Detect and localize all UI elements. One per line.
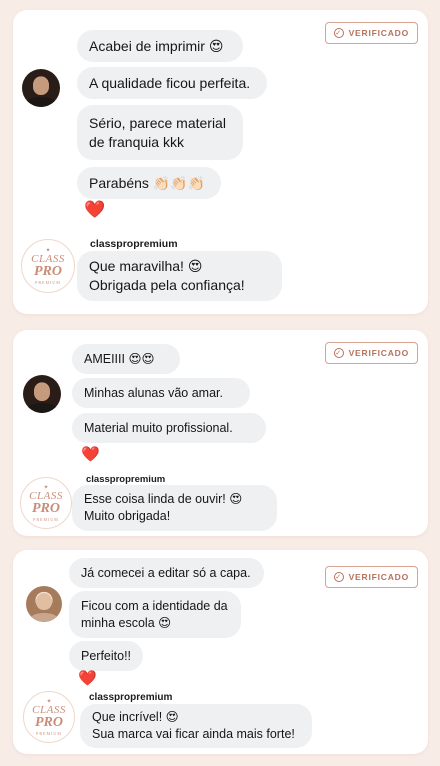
verified-badge-label: VERIFICADO	[348, 28, 409, 38]
reply-sender-name: classpropremium	[89, 692, 173, 703]
check-icon: ✓	[333, 28, 344, 38]
customer-avatar	[26, 586, 62, 622]
check-icon: ✓	[333, 348, 344, 358]
reply-bubble: Esse coisa linda de ouvir! 😍 Muito obrig…	[72, 485, 277, 531]
testimonial-card-3: ✓ VERIFICADO Já comecei a editar só a ca…	[13, 550, 428, 754]
message-bubble: Parabéns 👏🏻👏🏻👏🏻	[77, 167, 221, 199]
testimonial-card-1: ✓ VERIFICADO Acabei de imprimir 😍 A qual…	[13, 10, 428, 314]
verified-badge-label: VERIFICADO	[348, 348, 409, 358]
message-bubble: Perfeito!!	[69, 641, 143, 671]
message-bubble: A qualidade ficou perfeita.	[77, 67, 267, 99]
reply-sender-name: classpropremium	[86, 474, 166, 485]
message-bubble: AMEIIII 😍😍	[72, 344, 180, 374]
testimonial-card-2: ✓ VERIFICADO AMEIIII 😍😍 Minhas alunas vã…	[13, 330, 428, 536]
message-bubble: Ficou com a identidade da minha escola 😍	[69, 591, 241, 638]
message-bubble: Material muito profissional.	[72, 413, 266, 443]
check-icon: ✓	[333, 572, 344, 582]
reply-bubble: Que maravilha! 😍 Obrigada pela confiança…	[77, 251, 282, 301]
classpro-logo: ✦ CLASS PRO PREMIUM	[21, 239, 75, 293]
reply-bubble: Que incrível! 😍 Sua marca vai ficar aind…	[80, 704, 312, 748]
message-bubble: Já comecei a editar só a capa.	[69, 558, 264, 588]
reply-sender-name: classpropremium	[90, 238, 178, 250]
verified-badge: ✓ VERIFICADO	[324, 566, 418, 588]
classpro-logo: ✦ CLASS PRO PREMIUM	[20, 477, 72, 529]
classpro-logo: ✦ CLASS PRO PREMIUM	[23, 691, 75, 743]
heart-reaction-icon: ❤️	[78, 670, 97, 687]
message-bubble: Sério, parece material de franquia kkk	[77, 105, 243, 160]
message-bubble: Minhas alunas vão amar.	[72, 378, 250, 408]
customer-avatar	[23, 375, 61, 413]
verified-badge-label: VERIFICADO	[348, 572, 409, 582]
verified-badge: ✓ VERIFICADO	[324, 22, 418, 44]
heart-reaction-icon: ❤️	[81, 446, 100, 463]
customer-avatar	[22, 69, 60, 107]
message-bubble: Acabei de imprimir 😍	[77, 30, 243, 62]
verified-badge: ✓ VERIFICADO	[324, 342, 418, 364]
heart-reaction-icon: ❤️	[84, 200, 106, 219]
